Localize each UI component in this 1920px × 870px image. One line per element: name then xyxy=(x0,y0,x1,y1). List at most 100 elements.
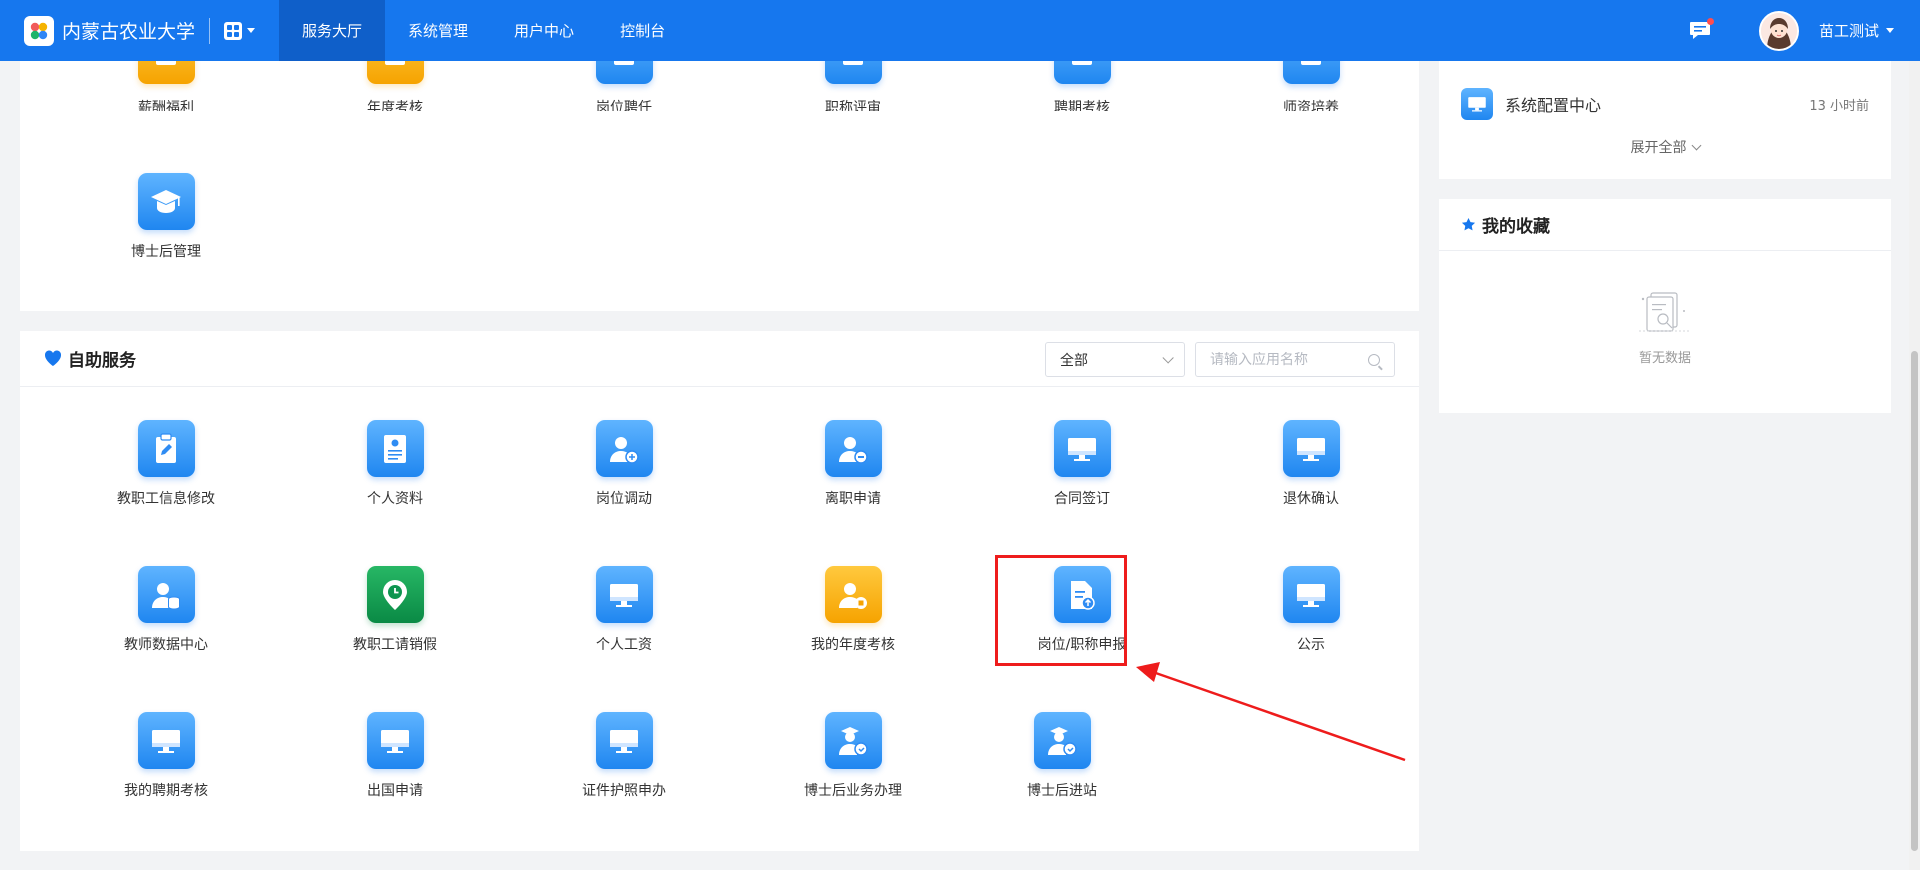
app-label: 教职工请销假 xyxy=(353,637,437,653)
monitor-icon xyxy=(1282,566,1340,623)
monitor-icon xyxy=(137,712,195,769)
empty-document-icon xyxy=(1639,292,1691,332)
app-tile[interactable]: 证件护照申办 xyxy=(524,712,724,822)
title-review-icon xyxy=(824,61,882,84)
notice-item[interactable]: 系统配置中心 13 小时前 xyxy=(1439,75,1891,133)
category-filter-select[interactable]: 全部 xyxy=(1045,342,1185,377)
header-user-area: 苗工测试 xyxy=(1689,0,1920,61)
brand[interactable]: 内蒙古农业大学 xyxy=(0,0,195,61)
app-label: 个人工资 xyxy=(596,637,652,653)
school-name: 内蒙古农业大学 xyxy=(62,21,196,43)
app-grid-icon xyxy=(224,21,243,40)
caret-down-icon xyxy=(247,28,256,33)
app-tile[interactable]: 年度考核 xyxy=(295,61,495,111)
chevron-down-icon xyxy=(1162,351,1174,364)
app-tile[interactable]: 个人资料 xyxy=(295,420,495,530)
app-search-box[interactable] xyxy=(1195,342,1395,377)
app-label: 出国申请 xyxy=(367,783,423,799)
nav-item-service-hall[interactable]: 服务大厅 xyxy=(279,0,386,61)
main-nav: 服务大厅 系统管理 用户中心 控制台 xyxy=(279,0,688,61)
app-label: 公示 xyxy=(1297,637,1325,653)
username[interactable]: 苗工测试 xyxy=(1819,20,1879,41)
app-tile[interactable]: 聘期考核 xyxy=(982,61,1182,111)
app-tile[interactable]: 我的聘期考核 xyxy=(66,712,266,822)
app-label: 教师数据中心 xyxy=(124,637,208,653)
avatar[interactable] xyxy=(1758,10,1799,51)
app-label: 个人资料 xyxy=(367,491,423,507)
unread-dot xyxy=(1706,17,1714,25)
app-label: 薪酬福利 xyxy=(138,100,194,111)
term-assessment-icon xyxy=(1053,61,1111,84)
app-label: 离职申请 xyxy=(825,491,881,507)
app-label: 博士后管理 xyxy=(131,244,201,260)
user-database-icon xyxy=(137,566,195,623)
expand-all-button[interactable]: 展开全部 xyxy=(1439,137,1891,157)
self-service-header: 自助服务 全部 xyxy=(20,331,1419,387)
app-tile[interactable]: 教职工请销假 xyxy=(295,566,495,676)
empty-text: 暂无数据 xyxy=(1638,351,1691,366)
caret-down-icon[interactable] xyxy=(1886,28,1894,33)
app-tile[interactable]: 合同签订 xyxy=(982,420,1182,530)
notice-panel: 系统配置中心 13 小时前 展开全部 xyxy=(1439,61,1891,179)
app-search-input[interactable] xyxy=(1210,351,1360,368)
top-navbar: 内蒙古农业大学 服务大厅 系统管理 用户中心 控制台 苗工测试 xyxy=(0,0,1920,61)
app-label: 博士后进站 xyxy=(1027,783,1097,799)
monitor-icon xyxy=(1282,420,1340,477)
chat-bubble-icon[interactable] xyxy=(1689,17,1714,41)
favorites-title: 我的收藏 xyxy=(1482,217,1550,237)
app-label: 岗位聘任 xyxy=(596,100,652,111)
heart-icon xyxy=(44,350,62,366)
app-grid-menu-button[interactable] xyxy=(224,21,256,40)
school-logo-icon xyxy=(24,15,54,46)
app-tile[interactable]: 师资培养 xyxy=(1211,61,1411,111)
profile-card-icon xyxy=(366,420,424,477)
app-label: 年度考核 xyxy=(367,100,423,111)
monitor-icon xyxy=(595,566,653,623)
app-label: 聘期考核 xyxy=(1054,100,1110,111)
nav-item-console[interactable]: 控制台 xyxy=(597,0,688,61)
app-tile-postdoc-management[interactable]: 博士后管理 xyxy=(66,173,266,283)
graduation-cap-icon xyxy=(137,173,195,230)
teacher-training-icon xyxy=(1282,61,1340,84)
expand-all-label: 展开全部 xyxy=(1630,140,1687,156)
app-tile[interactable]: 教师数据中心 xyxy=(66,566,266,676)
annotation-arrow-icon xyxy=(1136,662,1406,762)
app-tile[interactable]: 我的年度考核 xyxy=(753,566,953,676)
highlight-box xyxy=(995,555,1127,666)
app-label: 岗位调动 xyxy=(596,491,652,507)
nav-item-system-management[interactable]: 系统管理 xyxy=(385,0,491,61)
app-label: 我的聘期考核 xyxy=(124,783,208,799)
app-tile[interactable]: 职称评审 xyxy=(753,61,953,111)
app-label: 博士后业务办理 xyxy=(804,783,902,799)
app-label: 证件护照申办 xyxy=(582,783,666,799)
app-tile[interactable]: 岗位聘任 xyxy=(524,61,724,111)
app-label: 退休确认 xyxy=(1283,491,1339,507)
app-tile[interactable]: 教职工信息修改 xyxy=(66,420,266,530)
page-scrollbar[interactable] xyxy=(1909,61,1920,870)
favorites-header: 我的收藏 xyxy=(1439,199,1891,251)
app-label: 我的年度考核 xyxy=(811,637,895,653)
postdoc-user-icon xyxy=(1033,712,1091,769)
app-label: 职称评审 xyxy=(825,100,881,111)
app-tile[interactable]: 岗位调动 xyxy=(524,420,724,530)
app-tile[interactable]: 博士后业务办理 xyxy=(753,712,953,822)
app-tile[interactable]: 出国申请 xyxy=(295,712,495,822)
app-tile[interactable]: 个人工资 xyxy=(524,566,724,676)
user-annual-icon xyxy=(824,566,882,623)
favorites-panel: 我的收藏 暂无数据 xyxy=(1439,199,1891,413)
scrollbar-thumb[interactable] xyxy=(1911,351,1918,851)
search-icon[interactable] xyxy=(1368,353,1380,366)
monitor-icon xyxy=(1461,88,1493,120)
app-tile[interactable]: 离职申请 xyxy=(753,420,953,530)
app-label: 教职工信息修改 xyxy=(117,491,215,507)
user-remove-icon xyxy=(824,420,882,477)
app-tile[interactable]: 薪酬福利 xyxy=(66,61,266,111)
self-service-title: 自助服务 xyxy=(68,351,136,371)
nav-item-user-center[interactable]: 用户中心 xyxy=(491,0,597,61)
monitor-icon xyxy=(1053,420,1111,477)
app-tile[interactable]: 退休确认 xyxy=(1211,420,1411,530)
app-label: 师资培养 xyxy=(1283,100,1339,111)
filter-selected-value: 全部 xyxy=(1060,352,1088,369)
apps-partial-row: 薪酬福利 年度考核 岗位聘任 职称评审 聘期考核 师资培养 xyxy=(20,61,1419,111)
notice-time: 13 小时前 xyxy=(1809,98,1869,114)
